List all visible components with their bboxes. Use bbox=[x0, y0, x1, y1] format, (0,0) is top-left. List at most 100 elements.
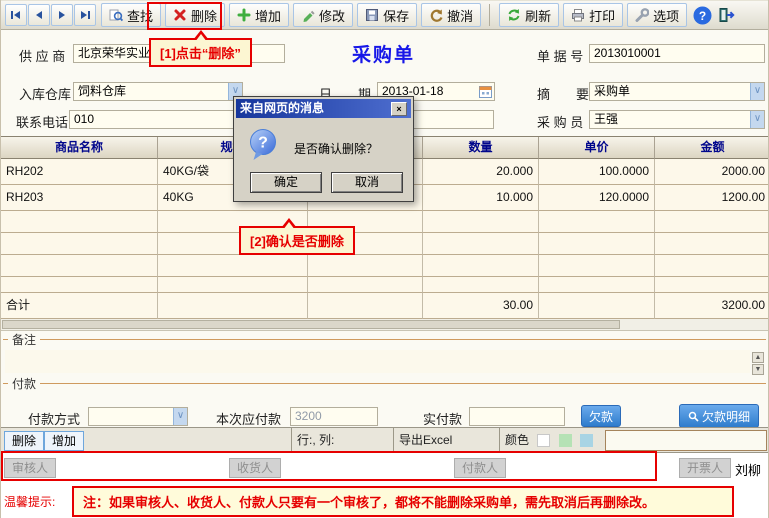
cell-product[interactable]: RH202 bbox=[1, 159, 158, 185]
cell-qty[interactable]: 20.000 bbox=[423, 159, 539, 185]
magnifier-icon bbox=[688, 411, 699, 422]
rowcol-status: 行:, 列: bbox=[291, 428, 393, 453]
nav-prev-button[interactable] bbox=[28, 4, 50, 26]
row-add-label: 增加 bbox=[52, 434, 76, 448]
doc-no-input[interactable]: 2013010001 bbox=[589, 44, 765, 63]
table-row-empty[interactable] bbox=[1, 233, 769, 255]
remarks-textarea[interactable] bbox=[5, 350, 750, 373]
cell-qty[interactable]: 10.000 bbox=[423, 185, 539, 211]
nav-last-button[interactable] bbox=[74, 4, 96, 26]
col-header-product[interactable]: 商品名称 bbox=[1, 137, 158, 159]
svg-text:?: ? bbox=[258, 135, 268, 152]
search-icon bbox=[109, 8, 123, 22]
delete-button[interactable]: 删除 bbox=[165, 3, 225, 27]
undo-arrow-icon bbox=[429, 8, 443, 22]
save-button[interactable]: 保存 bbox=[357, 3, 417, 27]
cancel-button-label: 取消 bbox=[355, 175, 379, 189]
chevron-down-icon[interactable]: ∨ bbox=[173, 408, 187, 425]
callout-pointer-fill bbox=[195, 34, 207, 42]
arrears-detail-button-label: 欠款明细 bbox=[702, 408, 750, 425]
svg-text:?: ? bbox=[698, 9, 705, 23]
find-button[interactable]: 查找 bbox=[101, 3, 161, 27]
arrears-button[interactable]: 欠款 bbox=[581, 405, 621, 427]
cell-price[interactable]: 120.0000 bbox=[539, 185, 655, 211]
save-button-label: 保存 bbox=[383, 6, 409, 25]
first-record-icon bbox=[10, 9, 22, 21]
payment-method-select[interactable]: ∨ bbox=[88, 407, 188, 426]
nav-first-button[interactable] bbox=[5, 4, 27, 26]
col-header-amount[interactable]: 金额 bbox=[655, 137, 769, 159]
buyer-select[interactable]: 王强∨ bbox=[589, 110, 765, 129]
modify-button[interactable]: 修改 bbox=[293, 3, 353, 27]
invoicer-button[interactable]: 开票人 bbox=[679, 458, 731, 478]
refresh-button-label: 刷新 bbox=[525, 6, 551, 25]
tip-label: 温馨提示: bbox=[4, 493, 72, 510]
arrears-button-label: 欠款 bbox=[589, 408, 613, 425]
total-amount: 3200.00 bbox=[655, 293, 769, 319]
table-total-row: 合计 30.00 3200.00 bbox=[1, 293, 769, 319]
exit-door-icon bbox=[718, 7, 737, 24]
pencil-icon bbox=[301, 8, 315, 22]
remarks-legend: 备注 bbox=[8, 331, 40, 348]
auditor-button[interactable]: 审核人 bbox=[4, 458, 56, 478]
refresh-icon bbox=[507, 8, 521, 22]
undo-button[interactable]: 撤消 bbox=[421, 3, 481, 27]
arrears-detail-button[interactable]: 欠款明细 bbox=[679, 404, 759, 428]
help-icon: ? bbox=[693, 6, 712, 25]
warehouse-label: 入库仓库 bbox=[19, 84, 71, 103]
ok-button-label: 确定 bbox=[274, 175, 298, 189]
cell-amount[interactable]: 2000.00 bbox=[655, 159, 769, 185]
color-swatch-green[interactable] bbox=[559, 434, 572, 447]
close-icon[interactable]: × bbox=[391, 102, 407, 116]
confirm-delete-dialog: 来自网页的消息 × ? 是否确认删除？ 确定 取消 bbox=[233, 96, 414, 202]
payable-input[interactable]: 3200 bbox=[290, 407, 378, 426]
chevron-down-icon[interactable]: ∨ bbox=[750, 111, 764, 128]
nav-next-button[interactable] bbox=[51, 4, 73, 26]
payment-section: 付款 付款方式 ∨ 本次应付款 3200 实付款 欠款 欠款明细 bbox=[3, 375, 766, 427]
scroll-up-icon[interactable]: ▲ bbox=[752, 352, 764, 363]
options-button[interactable]: 选项 bbox=[627, 3, 687, 27]
delete-x-icon bbox=[173, 8, 187, 22]
cancel-button[interactable]: 取消 bbox=[331, 172, 403, 193]
scrollbar-thumb[interactable] bbox=[2, 320, 620, 329]
tip-message: 注：如果审核人、收货人、付款人只要有一个审核了，都将不能删除采购单，需先取消后再… bbox=[72, 486, 734, 517]
export-excel-button[interactable]: 导出Excel bbox=[393, 428, 499, 453]
receiver-button[interactable]: 收货人 bbox=[229, 458, 281, 478]
table-horizontal-scrollbar[interactable] bbox=[1, 319, 768, 331]
table-row-empty[interactable] bbox=[1, 255, 769, 277]
options-button-label: 选项 bbox=[653, 6, 679, 25]
cell-product[interactable]: RH203 bbox=[1, 185, 158, 211]
print-button[interactable]: 打印 bbox=[563, 3, 623, 27]
warehouse-select[interactable]: 饲料仓库∨ bbox=[73, 82, 243, 101]
total-qty: 30.00 bbox=[423, 293, 539, 319]
col-header-price[interactable]: 单价 bbox=[539, 137, 655, 159]
color-swatch-blue[interactable] bbox=[580, 434, 593, 447]
summary-select[interactable]: 采购单∨ bbox=[589, 82, 765, 101]
cell-amount[interactable]: 1200.00 bbox=[655, 185, 769, 211]
row-delete-button[interactable]: 删除 bbox=[4, 431, 44, 451]
add-button[interactable]: 增加 bbox=[229, 3, 289, 27]
ok-button[interactable]: 确定 bbox=[250, 172, 322, 193]
remarks-section: 备注 ▲ ▼ bbox=[3, 331, 766, 375]
exit-button[interactable] bbox=[717, 5, 737, 25]
col-header-qty[interactable]: 数量 bbox=[423, 137, 539, 159]
page-title: 采购单 bbox=[352, 40, 415, 67]
modify-button-label: 修改 bbox=[319, 6, 345, 25]
calendar-icon[interactable] bbox=[479, 85, 492, 98]
dialog-body: ? 是否确认删除？ 确定 取消 bbox=[236, 118, 411, 199]
table-row-empty[interactable] bbox=[1, 211, 769, 233]
scroll-down-icon[interactable]: ▼ bbox=[752, 364, 764, 375]
payer-button[interactable]: 付款人 bbox=[454, 458, 506, 478]
table-row-empty[interactable] bbox=[1, 277, 769, 293]
dialog-titlebar[interactable]: 来自网页的消息 × bbox=[236, 99, 411, 118]
help-button[interactable]: ? bbox=[692, 5, 712, 25]
row-add-button[interactable]: 增加 bbox=[44, 431, 84, 451]
wrench-icon bbox=[635, 8, 649, 22]
doc-no-label: 单 据 号 bbox=[537, 46, 583, 65]
color-swatch-white[interactable] bbox=[537, 434, 550, 447]
chevron-down-icon[interactable]: ∨ bbox=[750, 83, 764, 100]
actual-payment-input[interactable] bbox=[469, 407, 565, 426]
row-delete-label: 删除 bbox=[12, 434, 36, 448]
refresh-button[interactable]: 刷新 bbox=[499, 3, 559, 27]
cell-price[interactable]: 100.0000 bbox=[539, 159, 655, 185]
